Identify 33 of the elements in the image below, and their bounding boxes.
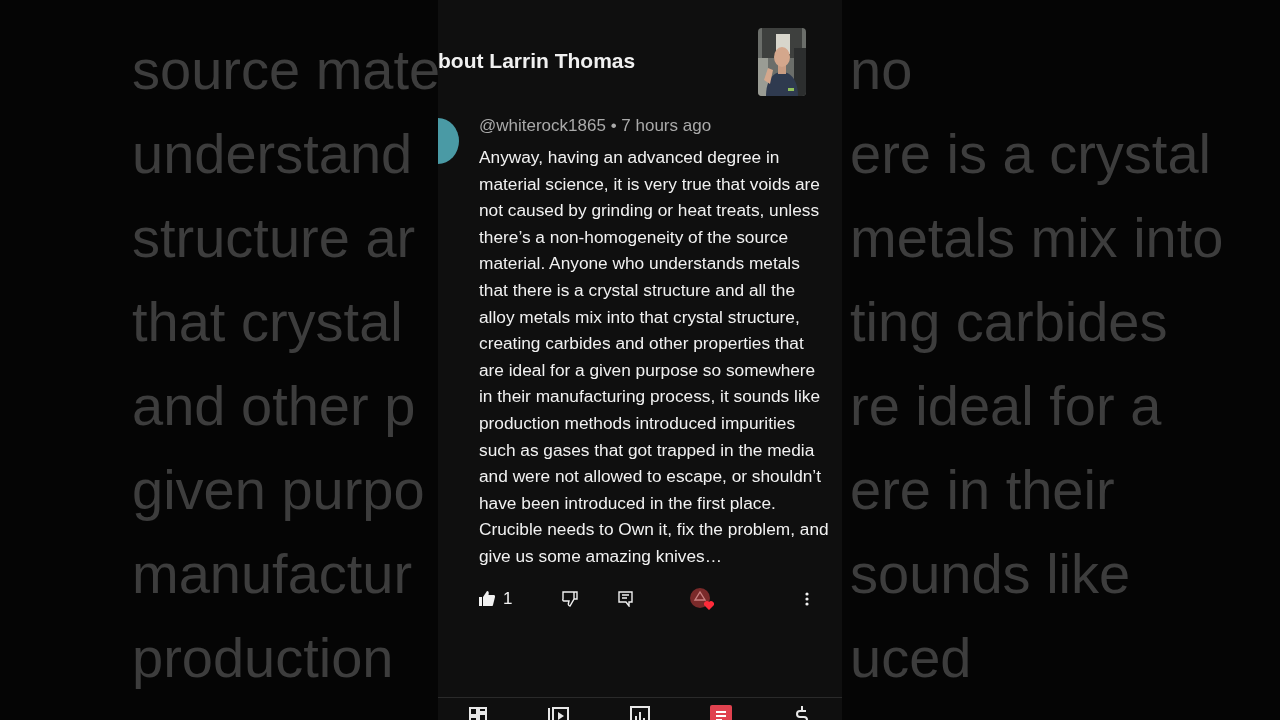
thumbs-up-icon bbox=[479, 591, 495, 606]
backdrop-text: no bbox=[850, 37, 913, 103]
backdrop-text: ere is a crystal bbox=[850, 121, 1211, 187]
creator-heart-icon[interactable] bbox=[689, 586, 716, 611]
backdrop-text: and other p bbox=[132, 373, 416, 439]
backdrop-text: production bbox=[132, 625, 394, 691]
backdrop-text: given purpo bbox=[132, 457, 425, 523]
bar-chart-icon bbox=[630, 706, 650, 720]
nav-tab[interactable] bbox=[709, 705, 732, 720]
grid-icon bbox=[468, 706, 489, 720]
backdrop-text: re ideal for a bbox=[850, 373, 1162, 439]
reply-button[interactable] bbox=[618, 590, 634, 607]
backdrop-text: source mate bbox=[132, 37, 438, 103]
backdrop-text: ere in their bbox=[850, 457, 1115, 523]
backdrop-text: uced bbox=[850, 625, 972, 691]
dislike-button[interactable] bbox=[562, 590, 579, 607]
like-button[interactable]: 1 bbox=[479, 588, 513, 609]
backdrop-text: structure ar bbox=[132, 205, 416, 271]
backdrop-text: sounds like bbox=[850, 541, 1131, 607]
dollar-icon bbox=[793, 706, 810, 720]
play-icon bbox=[548, 706, 571, 720]
nav-tab[interactable] bbox=[467, 705, 490, 720]
backdrop-text: that crystal bbox=[132, 289, 403, 355]
page-title: bout Larrin Thomas bbox=[438, 49, 636, 73]
nav-tab[interactable] bbox=[548, 705, 571, 720]
more-button[interactable] bbox=[805, 591, 809, 606]
backdrop-text: understand bbox=[132, 121, 413, 187]
backdrop-text: manufactur bbox=[132, 541, 413, 607]
comment-icon bbox=[713, 710, 728, 720]
comment-text: Anyway, having an advanced degree in material science, it is very true that voids are not caused by grinding or heat treats, unless there’s a non-homogeneity of the source material. Anyone who understands metals that there is a crystal structure and all the alloy metals mix into that crystal structure, creating carbides and other properties that are ideal for a given purpose so somewhere in their manufacturing process, it sounds like production methods introduced impurities such as gases that got trapped in the media and were not allowed to escape, or shouldn’t have been introduced in the first place. Crucible needs to Own it, fix the problem, and give us some amazing knives… bbox=[479, 146, 830, 568]
backdrop-text: metals mix into bbox=[850, 205, 1224, 271]
comment-meta: @whiterock1865 • 7 hours ago bbox=[479, 115, 713, 137]
backdrop-text: ting carbides bbox=[850, 289, 1168, 355]
